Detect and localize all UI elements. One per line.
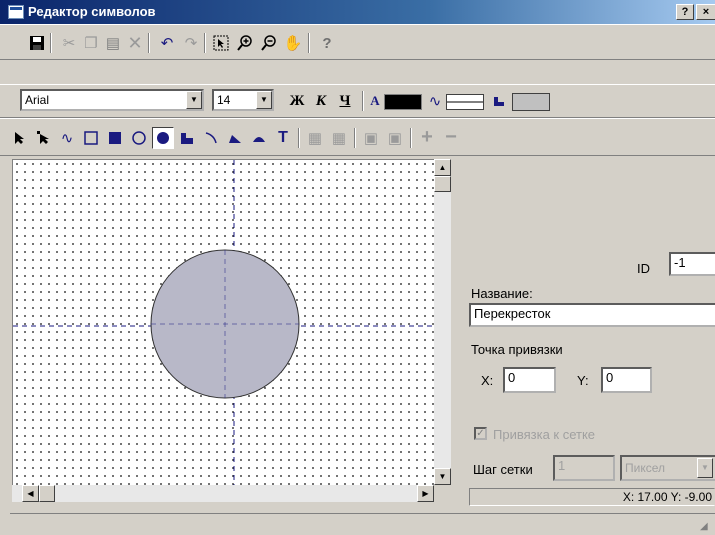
status-bar: [10, 513, 715, 535]
horizontal-scrollbar[interactable]: ◀ ▶: [12, 485, 434, 502]
id-value: -1: [674, 255, 686, 270]
remove-button[interactable]: −: [440, 126, 462, 148]
close-button[interactable]: ×: [696, 4, 715, 20]
anchor-x-field[interactable]: 0: [503, 367, 556, 393]
underline-button[interactable]: Ч: [334, 90, 356, 112]
curve-icon[interactable]: ∿: [56, 127, 78, 149]
id-field[interactable]: -1: [669, 252, 715, 276]
line-style-swatch[interactable]: [446, 94, 484, 110]
name-label: Название:: [471, 286, 533, 301]
font-value: Arial: [25, 93, 50, 107]
format-toolbar: Arial ▼ 14 ▼ Ж К Ч A ∿: [0, 84, 715, 118]
text-tool-button[interactable]: T: [272, 127, 294, 149]
text-color-swatch[interactable]: [384, 94, 422, 110]
drawing-toolbar: ∿ T ▦ ▦ ▣ ▣ + −: [0, 118, 715, 156]
italic-button[interactable]: К: [310, 90, 332, 112]
name-value: Перекресток: [474, 306, 551, 321]
node-select-icon[interactable]: [32, 127, 54, 149]
resize-grip-icon[interactable]: ◢: [700, 521, 712, 533]
pie-icon[interactable]: [224, 127, 246, 149]
fill-color-swatch[interactable]: [512, 93, 550, 111]
drawing-canvas[interactable]: [12, 159, 434, 485]
line-style-icon[interactable]: ∿: [424, 90, 446, 112]
chevron-down-icon[interactable]: ▼: [256, 91, 272, 109]
zoom-in-icon[interactable]: [234, 32, 256, 54]
snap-checkbox[interactable]: ✓: [474, 427, 487, 440]
polygon-icon[interactable]: [176, 127, 198, 149]
bring-front-icon[interactable]: ▦: [304, 127, 326, 149]
text-color-button[interactable]: A: [368, 90, 382, 112]
anchor-x-label: X:: [481, 373, 494, 388]
window-icon: [8, 5, 24, 19]
anchor-y-value: 0: [606, 370, 614, 385]
delete-icon[interactable]: ✕: [124, 32, 146, 54]
grid-step-label: Шаг сетки: [473, 462, 533, 477]
select-arrow-icon[interactable]: [8, 127, 30, 149]
grid-unit-value: Пиксел: [625, 461, 665, 475]
fill-icon[interactable]: [488, 90, 510, 112]
select-zoom-icon[interactable]: [210, 32, 232, 54]
redo-icon[interactable]: ↷: [180, 32, 202, 54]
scroll-up-icon[interactable]: ▲: [434, 159, 451, 176]
filled-rectangle-icon[interactable]: [104, 127, 126, 149]
save-icon[interactable]: [26, 32, 48, 54]
help-button[interactable]: ?: [676, 4, 694, 20]
image-icon[interactable]: ▣: [360, 127, 382, 149]
vertical-scroll-thumb[interactable]: [434, 176, 451, 192]
scroll-down-icon[interactable]: ▼: [434, 468, 451, 485]
window-title: Редактор символов: [28, 4, 156, 19]
horizontal-scroll-thumb[interactable]: [39, 485, 55, 502]
chevron-down-icon[interactable]: ▼: [697, 458, 713, 478]
undo-icon[interactable]: ↶: [156, 32, 178, 54]
scroll-right-icon[interactable]: ▶: [417, 485, 434, 502]
bold-button[interactable]: Ж: [286, 90, 308, 112]
font-size-value: 14: [217, 93, 231, 107]
rectangle-icon[interactable]: [80, 127, 102, 149]
font-select[interactable]: Arial ▼: [20, 89, 204, 111]
anchor-x-value: 0: [508, 370, 516, 385]
chord-icon[interactable]: [248, 127, 270, 149]
cut-icon[interactable]: ✂: [58, 32, 80, 54]
paste-icon[interactable]: ▤: [102, 32, 124, 54]
snap-label: Привязка к сетке: [493, 427, 596, 442]
add-button[interactable]: +: [416, 126, 438, 148]
name-field[interactable]: Перекресток: [469, 303, 715, 327]
anchor-y-field[interactable]: 0: [601, 367, 652, 393]
anchor-label: Точка привязки: [471, 342, 563, 357]
filled-ellipse-icon[interactable]: [152, 127, 174, 149]
vertical-scrollbar[interactable]: ▲ ▼: [434, 159, 451, 485]
pan-hand-icon[interactable]: ✋: [282, 32, 304, 54]
image-props-icon[interactable]: ▣: [384, 127, 406, 149]
ellipse-icon[interactable]: [128, 127, 150, 149]
grid-unit-select[interactable]: Пиксел ▼: [620, 455, 715, 481]
help-icon[interactable]: ?: [316, 32, 338, 54]
grid-step-field[interactable]: 1: [553, 455, 615, 481]
arc-icon[interactable]: [200, 127, 222, 149]
zoom-out-icon[interactable]: [258, 32, 280, 54]
chevron-down-icon[interactable]: ▼: [186, 91, 202, 109]
main-toolbar: ✂ ❐ ▤ ✕ ↶ ↷ ✋ ?: [0, 24, 715, 60]
scroll-left-icon[interactable]: ◀: [22, 485, 39, 502]
font-size-select[interactable]: 14 ▼: [212, 89, 274, 111]
copy-icon[interactable]: ❐: [80, 32, 102, 54]
id-label: ID: [637, 261, 650, 276]
grid-step-value: 1: [558, 458, 566, 473]
coordinates-display: X: 17.00 Y: -9.00: [469, 488, 715, 506]
anchor-y-label: Y:: [577, 373, 589, 388]
send-back-icon[interactable]: ▦: [328, 127, 350, 149]
